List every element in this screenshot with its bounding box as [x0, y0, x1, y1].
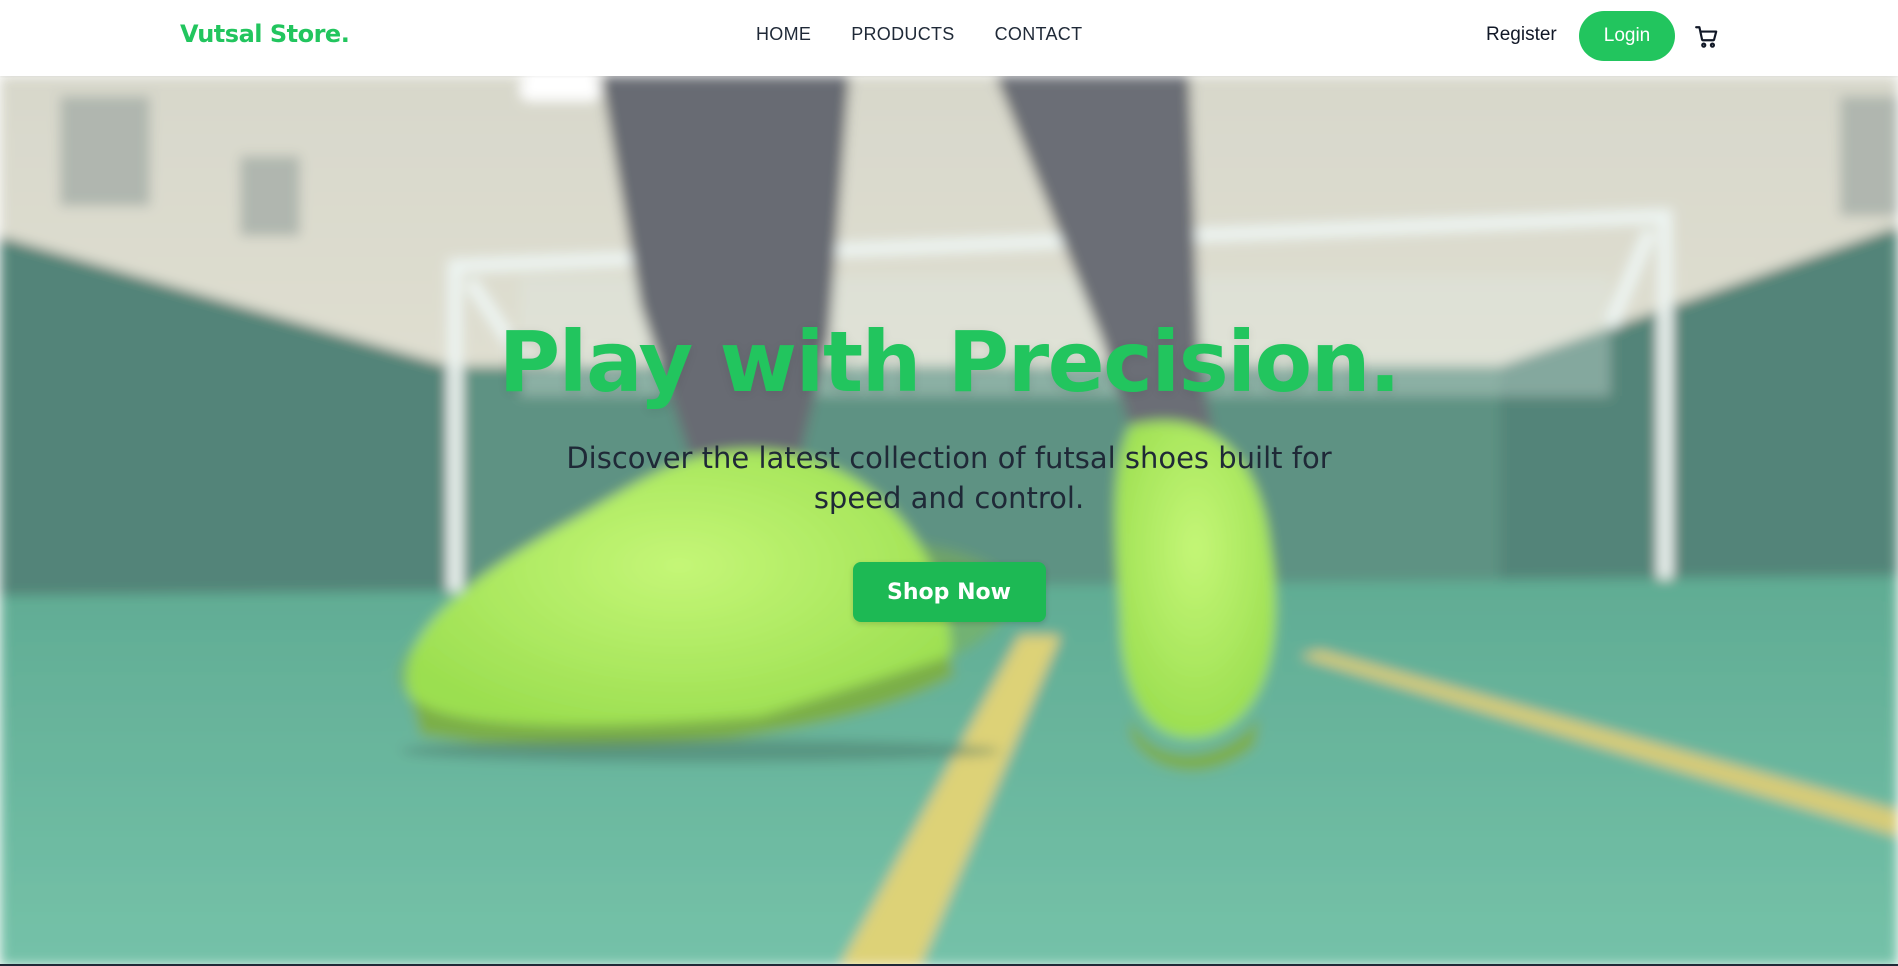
nav-link-products[interactable]: PRODUCTS	[851, 24, 954, 45]
shop-now-button[interactable]: Shop Now	[852, 562, 1046, 623]
nav-link-contact[interactable]: CONTACT	[995, 24, 1083, 45]
register-link[interactable]: Register	[1486, 24, 1557, 46]
shopping-cart-icon[interactable]	[1694, 24, 1720, 50]
main-nav: HOME PRODUCTS CONTACT	[756, 24, 1082, 45]
hero-section: Play with Precision. Discover the latest…	[0, 76, 1898, 966]
navbar: Vutsal Store. HOME PRODUCTS CONTACT Regi…	[0, 0, 1898, 76]
nav-link-home[interactable]: HOME	[756, 24, 811, 45]
brand-logo[interactable]: Vutsal Store.	[180, 20, 350, 48]
login-button[interactable]: Login	[1579, 11, 1675, 61]
hero-subtitle: Discover the latest collection of futsal…	[566, 441, 1332, 516]
hero-title: Play with Precision.	[498, 313, 1401, 411]
hero-content: Play with Precision. Discover the latest…	[0, 313, 1898, 623]
